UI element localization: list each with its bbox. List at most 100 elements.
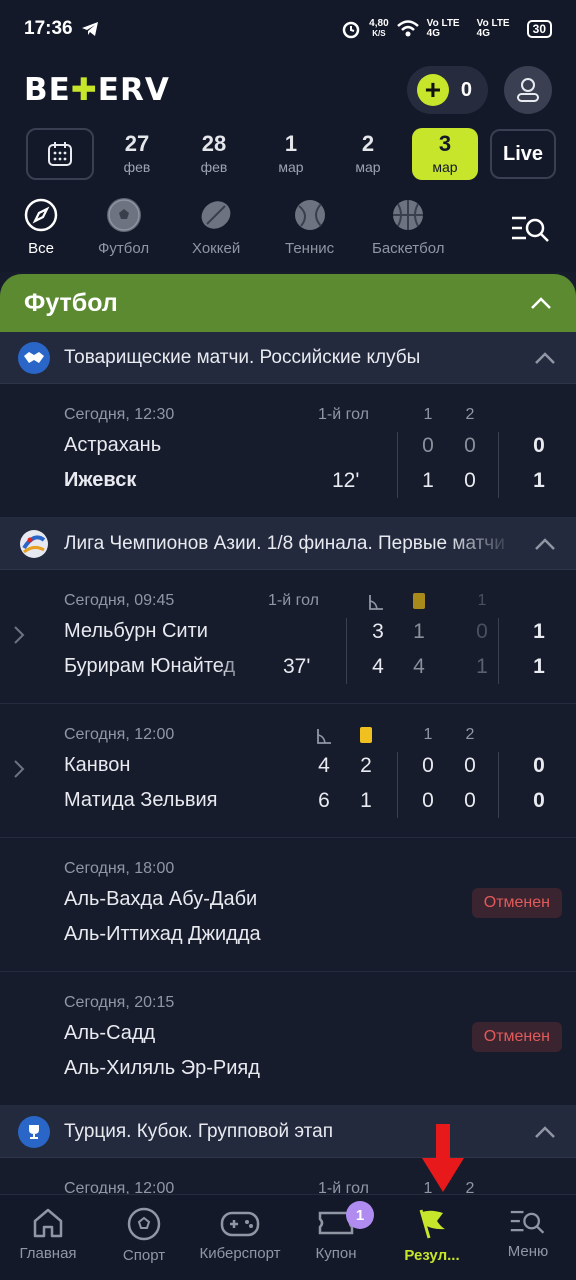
sport-filter-basketball[interactable]: Баскетбол — [372, 198, 445, 257]
chevron-right-icon[interactable] — [12, 624, 26, 646]
match-row[interactable]: Сегодня, 12:00 1-й гол 1 2 — [0, 1158, 576, 1194]
sport-filter-all[interactable]: Все — [24, 198, 58, 257]
match-minute: 37' — [283, 655, 311, 678]
chevron-up-icon[interactable] — [530, 296, 552, 310]
menu-search-icon — [510, 1210, 545, 1234]
half2-header: 2 — [465, 406, 475, 423]
score-total: 1 — [533, 655, 545, 678]
nav-results[interactable]: Резул... — [384, 1195, 480, 1280]
team-home: Аль-Вахда Абу-Даби — [64, 888, 258, 910]
flag-icon — [419, 1209, 445, 1239]
date-selector: 27 фев 28 фев 1 мар 2 мар 3 мар Live — [0, 122, 576, 186]
nav-coupon[interactable]: 1 Купон — [288, 1195, 384, 1280]
score-total: 1 — [533, 469, 545, 492]
league-header[interactable]: Лига Чемпионов Азии. 1/8 финала. Первые … — [0, 518, 576, 570]
afc-champions-league-icon — [18, 528, 50, 560]
trophy-icon — [18, 1115, 50, 1148]
team-home: Астрахань — [64, 434, 162, 456]
cards-count: 2 — [360, 754, 372, 777]
date-tab[interactable]: 1 мар — [258, 128, 324, 180]
date-tab[interactable]: 2 мар — [335, 128, 401, 180]
match-row[interactable]: Сегодня, 12:30 1-й гол 1 2 Астрахань Иже… — [0, 384, 576, 518]
sport-section-header[interactable]: Футбол — [0, 274, 576, 332]
nav-sport[interactable]: Спорт — [96, 1195, 192, 1280]
soccer-ball-icon — [106, 198, 141, 232]
team-away: Матида Зельвия — [64, 789, 218, 811]
network-2: Vo LTE 4G — [476, 18, 510, 39]
cancelled-badge: Отменен — [471, 888, 562, 918]
handshake-icon — [18, 341, 50, 374]
net-speed: 4,80 K/S — [369, 18, 389, 39]
match-row[interactable]: Сегодня, 09:45 1-й гол 1 Мельбурн Сити Б… — [0, 570, 576, 704]
half1-header: 1 — [423, 726, 433, 743]
chevron-up-icon[interactable] — [534, 1125, 556, 1139]
live-button[interactable]: Live — [490, 129, 556, 179]
match-row[interactable]: Сегодня, 20:15 Аль-Садд Аль-Хиляль Эр-Ри… — [0, 972, 576, 1106]
match-minute: 12' — [332, 469, 360, 492]
cards-count: 1 — [360, 789, 372, 812]
nav-menu[interactable]: Меню — [480, 1195, 576, 1280]
home-icon — [33, 1208, 63, 1238]
half1-header: 1 — [477, 592, 487, 609]
score-cell: 0 — [464, 754, 476, 777]
coupon-count-badge: 1 — [346, 1201, 374, 1229]
score-cell: 0 — [464, 434, 476, 457]
alarm-icon — [342, 21, 360, 39]
match-time: Сегодня, 18:00 — [64, 860, 175, 877]
telegram-icon — [81, 22, 98, 36]
cards-count: 1 — [413, 620, 425, 643]
first-goal-label: 1-й гол — [318, 1180, 369, 1194]
score-total: 1 — [533, 620, 545, 643]
status-bar: 17:36 4,80 K/S Vo LTE 4G Vo LTE 4G 30 — [0, 0, 576, 58]
sport-filter-hockey[interactable]: Хоккей — [192, 198, 240, 257]
first-goal-label: 1-й гол — [268, 592, 319, 609]
date-tab[interactable]: 28 фев — [181, 128, 247, 180]
sport-filter-tennis[interactable]: Теннис — [285, 198, 334, 257]
score-total: 0 — [533, 789, 545, 812]
chevron-right-icon[interactable] — [12, 758, 26, 780]
corners-count: 6 — [318, 789, 330, 812]
yellow-card-icon — [413, 593, 425, 609]
team-away: Аль-Хиляль Эр-Рияд — [64, 1057, 260, 1079]
profile-avatar[interactable] — [504, 66, 552, 114]
gamepad-icon — [220, 1211, 260, 1237]
league-name: Лига Чемпионов Азии. 1/8 финала. Первые … — [64, 532, 505, 554]
clock: 17:36 — [24, 18, 73, 39]
chevron-up-icon[interactable] — [534, 537, 556, 551]
score-cell: 0 — [464, 789, 476, 812]
balance-pill[interactable]: + 0 — [406, 66, 488, 114]
match-row[interactable]: Сегодня, 12:00 1 2 Канвон Матида Зельвия… — [0, 704, 576, 838]
network-1: Vo LTE 4G — [426, 18, 460, 39]
cancelled-badge: Отменен — [471, 1022, 562, 1052]
corner-flag-icon — [317, 729, 331, 744]
betboom-logo[interactable]: BE✚ERV — [24, 72, 170, 108]
date-tab-selected[interactable]: 3 мар — [412, 128, 478, 180]
wifi-icon — [396, 20, 419, 37]
nav-home[interactable]: Главная — [0, 1195, 96, 1280]
sport-filter-bar: Все Футбол Хоккей Теннис Баскетбол Ки — [0, 186, 576, 272]
sport-filter-menu-button[interactable] — [486, 186, 576, 272]
score-cell: 1 — [422, 469, 434, 492]
match-row[interactable]: Сегодня, 18:00 Аль-Вахда Абу-Даби Аль-Ит… — [0, 838, 576, 972]
results-list[interactable]: Футбол Товарищеские матчи. Российские кл… — [0, 274, 576, 1194]
league-header[interactable]: Товарищеские матчи. Российские клубы — [0, 332, 576, 384]
team-home: Мельбурн Сити — [64, 620, 208, 642]
team-away: Аль-Иттихад Джидда — [64, 923, 261, 945]
corners-count: 3 — [372, 620, 384, 643]
calendar-button[interactable] — [26, 128, 94, 180]
match-time: Сегодня, 12:00 — [64, 726, 175, 743]
bottom-navigation: Главная Спорт Киберспорт 1 Купон Резул..… — [0, 1194, 576, 1280]
deposit-plus-icon[interactable]: + — [416, 74, 449, 106]
basketball-icon — [391, 198, 425, 232]
nav-esports[interactable]: Киберспорт — [192, 1195, 288, 1280]
score-cell: 0 — [422, 789, 434, 812]
sport-filter-football[interactable]: Футбол — [98, 198, 149, 257]
date-tab[interactable]: 27 фев — [104, 128, 170, 180]
score-cell: 0 — [464, 469, 476, 492]
league-header[interactable]: Турция. Кубок. Групповой этап — [0, 1106, 576, 1158]
team-home: Аль-Садд — [64, 1022, 156, 1044]
balance-amount: 0 — [460, 78, 472, 101]
user-icon — [517, 78, 539, 102]
chevron-up-icon[interactable] — [534, 351, 556, 365]
tennis-ball-icon — [293, 198, 327, 232]
